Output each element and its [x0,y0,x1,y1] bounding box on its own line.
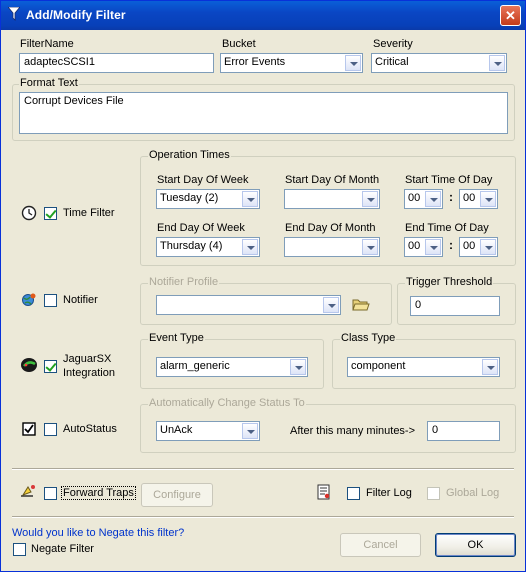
chevron-down-icon[interactable] [345,55,361,71]
filter-log-checkbox[interactable] [347,487,360,500]
forward-traps-checkbox[interactable] [44,487,57,500]
event-type-label: Event Type [148,332,205,344]
filter-name-input[interactable]: adaptecSCSI1 [19,53,214,73]
end-minute-value: 00 [463,240,476,252]
log-icon [317,484,330,500]
class-type-select[interactable]: component [347,357,500,377]
severity-value: Critical [375,56,409,68]
end-day-of-week-select[interactable]: Thursday (4) [156,237,260,257]
bucket-label: Bucket [222,38,256,50]
autostatus-label: AutoStatus [63,423,117,435]
notifier-profile-select[interactable] [156,295,341,315]
end-day-of-month-select[interactable] [284,237,380,257]
end-time-of-day-label: End Time Of Day [405,222,489,234]
operation-times-title: Operation Times [148,149,231,161]
trigger-threshold-label: Trigger Threshold [405,276,494,288]
global-log-label: Global Log [446,487,500,499]
separator [12,468,514,470]
minutes-input[interactable]: 0 [427,421,500,441]
chevron-down-icon[interactable] [480,239,496,255]
minutes-label: After this many minutes-> [290,425,416,437]
severity-select[interactable]: Critical [371,53,507,73]
event-type-value: alarm_generic [160,360,230,372]
time-filter-checkbox[interactable] [44,207,57,220]
filter-log-label: Filter Log [366,487,412,499]
chevron-down-icon[interactable] [425,191,441,207]
notifier-checkbox[interactable] [44,294,57,307]
end-day-of-month-label: End Day Of Month [285,222,376,234]
jaguar-label-line2: Integration [63,367,115,379]
event-type-select[interactable]: alarm_generic [156,357,308,377]
end-hour-value: 00 [408,240,421,252]
time-filter-label: Time Filter [63,207,115,219]
negate-filter-label: Negate Filter [31,543,94,555]
window-title: Add/Modify Filter [26,8,126,22]
bucket-select[interactable]: Error Events [220,53,363,73]
chevron-down-icon[interactable] [242,239,258,255]
filter-name-label: FilterName [20,38,74,50]
jaguar-checkbox[interactable] [44,360,57,373]
start-minute-select[interactable]: 00 [459,189,498,209]
chevron-down-icon[interactable] [489,55,505,71]
notifier-label: Notifier [63,294,98,306]
negate-filter-checkbox[interactable] [13,543,26,556]
end-minute-select[interactable]: 00 [459,237,498,257]
time-separator: : [449,238,453,252]
start-day-of-week-select[interactable]: Tuesday (2) [156,189,260,209]
start-minute-value: 00 [463,192,476,204]
chevron-down-icon[interactable] [482,359,498,375]
checkbox-icon [22,422,36,436]
autostatus-checkbox[interactable] [44,423,57,436]
start-day-of-week-value: Tuesday (2) [160,192,219,204]
severity-label: Severity [373,38,413,50]
format-text-label: Format Text [19,77,79,89]
trigger-threshold-input[interactable]: 0 [410,296,500,316]
start-day-of-month-label: Start Day Of Month [285,174,380,186]
clock-icon [21,205,37,221]
chevron-down-icon[interactable] [323,297,339,313]
start-time-of-day-label: Start Time Of Day [405,174,493,186]
end-hour-select[interactable]: 00 [404,237,443,257]
title-bar: Add/Modify Filter ✕ [1,1,525,30]
close-button[interactable]: ✕ [500,5,521,26]
chevron-down-icon[interactable] [242,191,258,207]
add-modify-filter-dialog: Add/Modify Filter ✕ FilterName adaptecSC… [0,0,526,572]
chevron-down-icon[interactable] [362,239,378,255]
configure-button[interactable]: Configure [141,483,213,507]
autostatus-value: UnAck [160,424,193,436]
chevron-down-icon[interactable] [242,423,258,439]
time-separator: : [449,190,453,204]
format-text-input[interactable]: Corrupt Devices File [19,92,508,134]
start-hour-value: 00 [408,192,421,204]
chevron-down-icon[interactable] [290,359,306,375]
ok-button[interactable]: OK [435,533,516,557]
forward-traps-label: Forward Traps [61,486,136,500]
cancel-button[interactable]: Cancel [340,533,421,557]
auto-change-status-title: Automatically Change Status To [148,397,306,409]
start-day-of-week-label: Start Day Of Week [157,174,249,186]
chevron-down-icon[interactable] [480,191,496,207]
separator [12,516,514,518]
autostatus-select[interactable]: UnAck [156,421,260,441]
chevron-down-icon[interactable] [425,239,441,255]
global-log-checkbox[interactable] [427,487,440,500]
trap-icon [21,485,35,497]
negate-question: Would you like to Negate this filter? [12,527,185,539]
jaguar-label-line1: JaguarSX [63,353,112,365]
end-day-of-week-label: End Day Of Week [157,222,245,234]
bucket-value: Error Events [224,56,286,68]
filter-icon [8,7,20,21]
notifier-profile-title: Notifier Profile [148,276,220,288]
notifier-globe-icon [22,293,36,306]
start-day-of-month-select[interactable] [284,189,380,209]
class-type-value: component [351,360,406,372]
class-type-label: Class Type [340,332,397,344]
jaguar-icon [21,358,37,372]
chevron-down-icon[interactable] [362,191,378,207]
start-hour-select[interactable]: 00 [404,189,443,209]
folder-open-icon[interactable] [352,297,370,312]
end-day-of-week-value: Thursday (4) [160,240,223,252]
